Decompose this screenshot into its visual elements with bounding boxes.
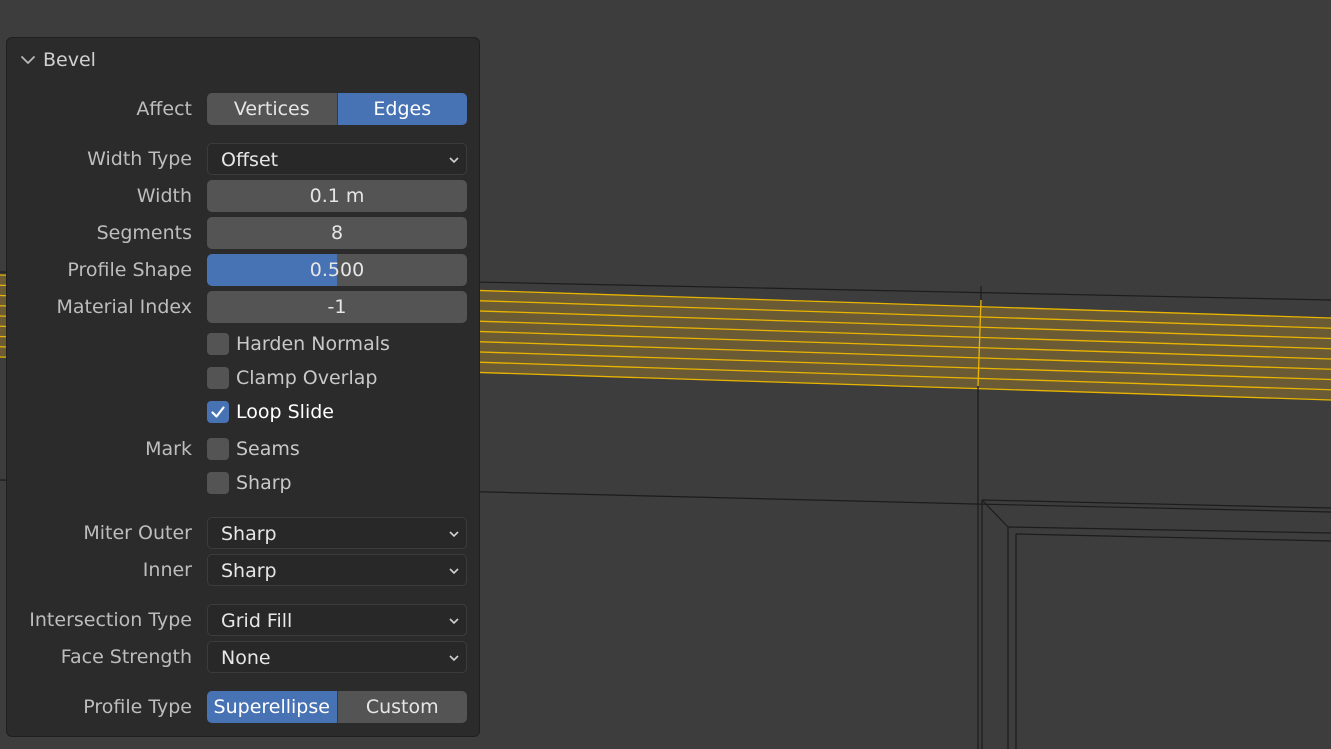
face-strength-label: Face Strength: [60, 646, 192, 668]
segments-value: 8: [330, 222, 344, 244]
profile-shape-label: Profile Shape: [67, 259, 192, 281]
affect-edges-button[interactable]: Edges: [336, 93, 467, 125]
segments-field[interactable]: 8: [207, 217, 467, 249]
chevron-down-icon[interactable]: [19, 51, 37, 69]
miter-outer-dropdown[interactable]: Sharp: [207, 517, 467, 549]
clamp-overlap-checkbox[interactable]: Clamp Overlap: [207, 365, 377, 391]
loop-slide-box: [207, 401, 229, 423]
segments-label: Segments: [96, 222, 192, 244]
bevel-operator-panel: Bevel Affect Vertices Edges Width Type O…: [6, 37, 480, 737]
width-type-label: Width Type: [87, 148, 192, 170]
clamp-overlap-box: [207, 367, 229, 389]
harden-normals-checkbox[interactable]: Harden Normals: [207, 331, 390, 357]
harden-normals-label: Harden Normals: [236, 333, 390, 355]
inner-dropdown[interactable]: Sharp: [207, 554, 467, 586]
affect-toggle: Vertices Edges: [207, 93, 467, 125]
miter-outer-value: Sharp: [221, 523, 277, 545]
material-index-field[interactable]: -1: [207, 291, 467, 323]
clamp-overlap-label: Clamp Overlap: [236, 367, 378, 389]
loop-slide-label: Loop Slide: [236, 401, 334, 423]
loop-slide-checkbox[interactable]: Loop Slide: [207, 399, 334, 425]
profile-superellipse-button[interactable]: Superellipse: [207, 691, 337, 723]
intersection-type-label: Intersection Type: [29, 609, 192, 631]
panel-header[interactable]: Bevel: [19, 48, 96, 72]
seams-label: Seams: [236, 438, 300, 460]
profile-type-label: Profile Type: [83, 696, 192, 718]
chevron-down-icon: [449, 531, 459, 538]
profile-custom-button[interactable]: Custom: [336, 691, 468, 723]
miter-outer-label: Miter Outer: [83, 522, 192, 544]
chevron-down-icon: [449, 618, 459, 625]
harden-normals-box: [207, 333, 229, 355]
profile-shape-value: 0.500: [309, 259, 365, 281]
checkmark-icon: [211, 406, 225, 418]
affect-vertices-button[interactable]: Vertices: [207, 93, 337, 125]
intersection-type-dropdown[interactable]: Grid Fill: [207, 604, 467, 636]
mark-label: Mark: [145, 438, 192, 460]
panel-title: Bevel: [43, 49, 96, 71]
chevron-down-icon: [449, 157, 459, 164]
width-type-dropdown[interactable]: Offset: [207, 143, 467, 175]
sharp-box: [207, 472, 229, 494]
width-value: 0.1 m: [309, 185, 365, 207]
material-index-value: -1: [327, 296, 347, 318]
profile-shape-slider[interactable]: 0.500: [207, 254, 467, 286]
sharp-label: Sharp: [236, 472, 292, 494]
width-label: Width: [136, 185, 192, 207]
seams-box: [207, 438, 229, 460]
chevron-down-icon: [449, 655, 459, 662]
face-strength-value: None: [221, 647, 271, 669]
mark-sharp-checkbox[interactable]: Sharp: [207, 470, 292, 496]
intersection-type-value: Grid Fill: [221, 610, 293, 632]
chevron-down-icon: [449, 568, 459, 575]
mark-seams-checkbox[interactable]: Seams: [207, 436, 300, 462]
width-type-value: Offset: [221, 149, 279, 171]
profile-type-toggle: Superellipse Custom: [207, 691, 467, 723]
inner-label: Inner: [142, 559, 192, 581]
material-index-label: Material Index: [56, 296, 192, 318]
affect-label: Affect: [136, 98, 192, 120]
face-strength-dropdown[interactable]: None: [207, 641, 467, 673]
width-field[interactable]: 0.1 m: [207, 180, 467, 212]
inner-value: Sharp: [221, 560, 277, 582]
